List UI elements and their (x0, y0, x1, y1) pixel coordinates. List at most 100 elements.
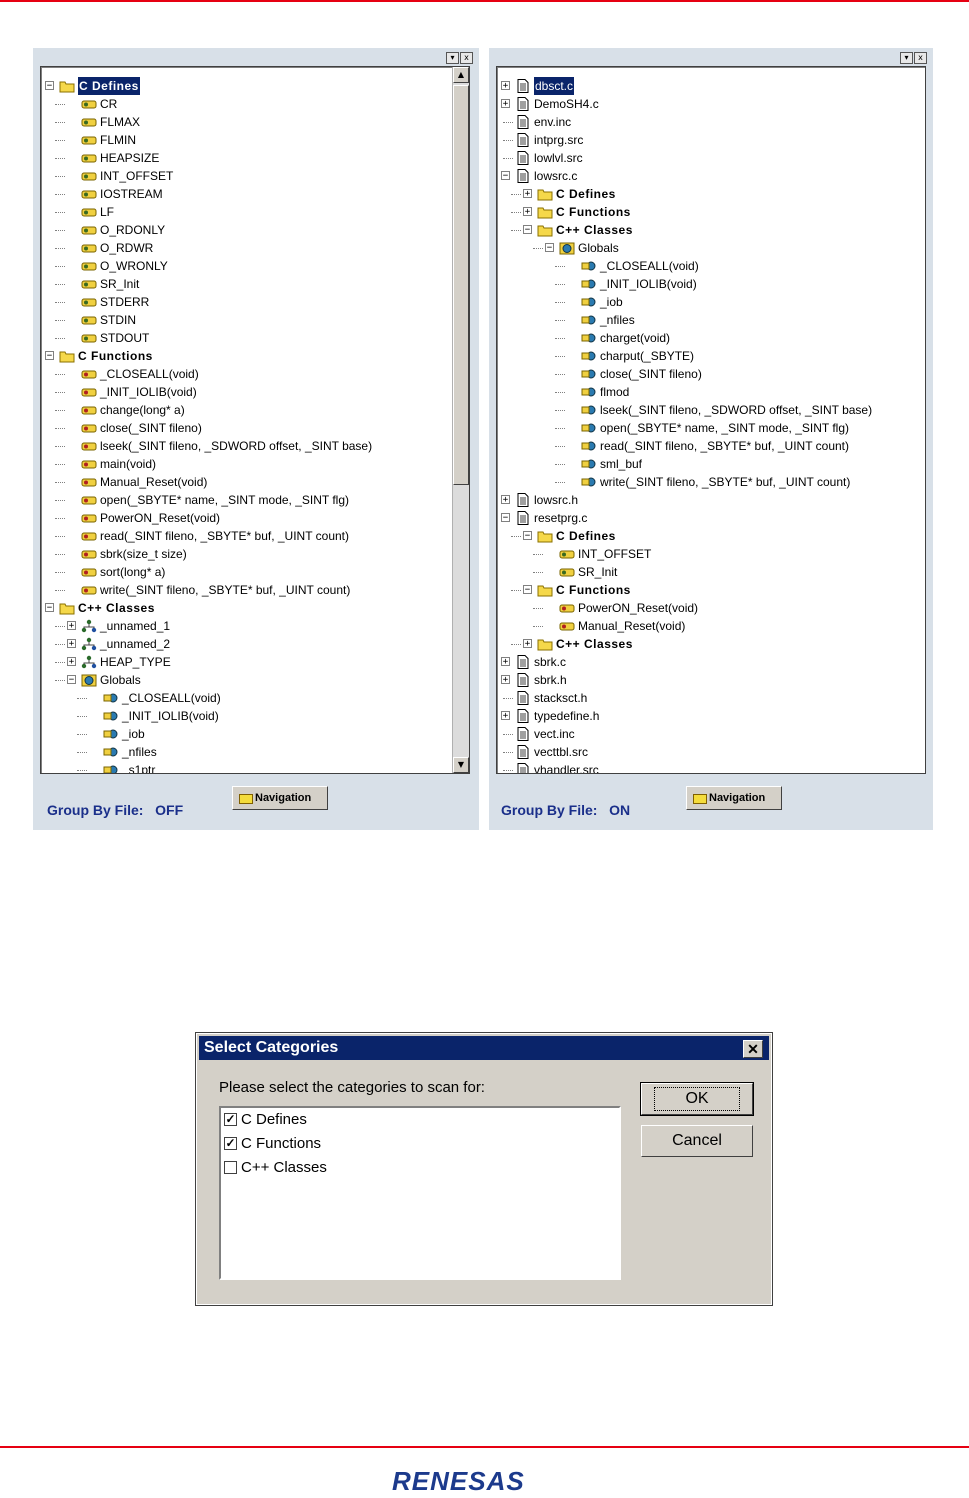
tree-node[interactable]: sbrk(size_t size) (41, 545, 469, 563)
tree-node[interactable]: _nfiles (41, 743, 469, 761)
tree-node[interactable]: write(_SINT fileno, _SBYTE* buf, _UINT c… (497, 473, 925, 491)
tree-node[interactable]: STDOUT (41, 329, 469, 347)
tree-node[interactable]: − lowsrc.c (497, 167, 925, 185)
expand-icon[interactable]: + (523, 639, 532, 649)
scroll-down-arrow[interactable]: ▼ (453, 757, 469, 773)
expand-icon[interactable]: + (67, 639, 76, 649)
tree-node[interactable]: open(_SBYTE* name, _SINT mode, _SINT flg… (41, 491, 469, 509)
tree-node[interactable]: _INIT_IOLIB(void) (497, 275, 925, 293)
tree-node[interactable]: IOSTREAM (41, 185, 469, 203)
collapse-icon[interactable]: − (523, 585, 532, 595)
tree-node[interactable]: − C Defines (497, 527, 925, 545)
tree-node[interactable]: stacksct.h (497, 689, 925, 707)
tree-node[interactable]: SR_Init (41, 275, 469, 293)
tree-node[interactable]: SR_Init (497, 563, 925, 581)
checkbox-cpp-classes[interactable] (224, 1161, 237, 1174)
expand-icon[interactable]: + (67, 657, 76, 667)
tree-node[interactable]: FLMIN (41, 131, 469, 149)
tree-node[interactable]: vecttbl.src (497, 743, 925, 761)
tree-node[interactable]: Manual_Reset(void) (41, 473, 469, 491)
tree-node[interactable]: O_WRONLY (41, 257, 469, 275)
tree-node[interactable]: lseek(_SINT fileno, _SDWORD offset, _SIN… (41, 437, 469, 455)
tree-node[interactable]: HEAPSIZE (41, 149, 469, 167)
tree-node[interactable]: _INIT_IOLIB(void) (41, 383, 469, 401)
category-item-c-functions[interactable]: ✓ C Functions (221, 1132, 619, 1156)
tree-node[interactable]: − C++ Classes (41, 599, 469, 617)
tree-node[interactable]: vect.inc (497, 725, 925, 743)
tree-node[interactable]: O_RDONLY (41, 221, 469, 239)
tree-node[interactable]: INT_OFFSET (41, 167, 469, 185)
navigation-tab-left[interactable]: Navigation (232, 786, 328, 810)
tree-node[interactable]: + lowsrc.h (497, 491, 925, 509)
collapse-icon[interactable]: − (501, 171, 510, 181)
tree-node[interactable]: lseek(_SINT fileno, _SDWORD offset, _SIN… (497, 401, 925, 419)
cancel-button[interactable]: Cancel (641, 1125, 753, 1157)
tree-node[interactable]: sort(long* a) (41, 563, 469, 581)
tree-node[interactable]: read(_SINT fileno, _SBYTE* buf, _UINT co… (41, 527, 469, 545)
tree-node[interactable]: + sbrk.h (497, 671, 925, 689)
dialog-close-button[interactable]: ✕ (743, 1040, 763, 1058)
tree-node[interactable]: _s1ptr (41, 761, 469, 773)
navigation-tab-right[interactable]: Navigation (686, 786, 782, 810)
tree-node[interactable]: INT_OFFSET (497, 545, 925, 563)
ok-button[interactable]: OK (640, 1082, 754, 1116)
tree-node[interactable]: STDERR (41, 293, 469, 311)
tree-node[interactable]: − Globals (497, 239, 925, 257)
expand-icon[interactable]: + (501, 81, 510, 91)
checkbox-c-defines[interactable]: ✓ (224, 1113, 237, 1126)
collapse-icon[interactable]: − (67, 675, 76, 685)
close-icon[interactable]: x (460, 52, 473, 64)
tree-node[interactable]: + typedefine.h (497, 707, 925, 725)
tree-node[interactable]: flmod (497, 383, 925, 401)
expand-icon[interactable]: + (501, 675, 510, 685)
tree-node[interactable]: + _unnamed_1 (41, 617, 469, 635)
tree-node[interactable]: _iob (497, 293, 925, 311)
tree-node[interactable]: − resetprg.c (497, 509, 925, 527)
tree-node[interactable]: charget(void) (497, 329, 925, 347)
tree-node[interactable]: STDIN (41, 311, 469, 329)
tree-node[interactable]: FLMAX (41, 113, 469, 131)
tree-node[interactable]: PowerON_Reset(void) (497, 599, 925, 617)
category-item-c-defines[interactable]: ✓ C Defines (221, 1108, 619, 1132)
tree-node[interactable]: _CLOSEALL(void) (41, 365, 469, 383)
tree-node[interactable]: LF (41, 203, 469, 221)
tree-node[interactable]: main(void) (41, 455, 469, 473)
symbol-tree[interactable]: − C Defines CR FLMAX FLMIN HEAPSIZE INT_OFFSET… (40, 66, 470, 774)
tree-node[interactable]: CR (41, 95, 469, 113)
tree-node[interactable]: + C++ Classes (497, 635, 925, 653)
collapse-icon[interactable]: − (545, 243, 554, 253)
expand-icon[interactable]: + (501, 711, 510, 721)
tree-node[interactable]: PowerON_Reset(void) (41, 509, 469, 527)
collapse-icon[interactable]: − (523, 225, 532, 235)
tree-node[interactable]: write(_SINT fileno, _SBYTE* buf, _UINT c… (41, 581, 469, 599)
checkbox-c-functions[interactable]: ✓ (224, 1137, 237, 1150)
expand-icon[interactable]: + (501, 99, 510, 109)
collapse-icon[interactable]: − (45, 351, 54, 361)
tree-node[interactable]: close(_SINT fileno) (41, 419, 469, 437)
expand-icon[interactable]: + (67, 621, 76, 631)
tree-node[interactable]: Manual_Reset(void) (497, 617, 925, 635)
pin-icon[interactable]: ▾ (446, 52, 459, 64)
tree-node[interactable]: _iob (41, 725, 469, 743)
tree-node[interactable]: _nfiles (497, 311, 925, 329)
tree-node[interactable]: close(_SINT fileno) (497, 365, 925, 383)
tree-node[interactable]: change(long* a) (41, 401, 469, 419)
collapse-icon[interactable]: − (501, 513, 510, 523)
tree-node[interactable]: + DemoSH4.c (497, 95, 925, 113)
tree-node[interactable]: vhandler.src (497, 761, 925, 773)
tree-node[interactable]: − C Functions (41, 347, 469, 365)
tree-node[interactable]: env.inc (497, 113, 925, 131)
tree-node[interactable]: _CLOSEALL(void) (41, 689, 469, 707)
scroll-up-arrow[interactable]: ▲ (453, 67, 469, 83)
collapse-icon[interactable]: − (523, 531, 532, 541)
tree-node[interactable]: + dbsct.c (497, 77, 925, 95)
tree-node[interactable]: − C Functions (497, 581, 925, 599)
tree-node[interactable]: open(_SBYTE* name, _SINT mode, _SINT flg… (497, 419, 925, 437)
tree-node[interactable]: + sbrk.c (497, 653, 925, 671)
expand-icon[interactable]: + (523, 207, 532, 217)
tree-node[interactable]: + C Functions (497, 203, 925, 221)
collapse-icon[interactable]: − (45, 603, 54, 613)
tree-node[interactable]: _CLOSEALL(void) (497, 257, 925, 275)
tree-node[interactable]: O_RDWR (41, 239, 469, 257)
scroll-thumb[interactable] (453, 85, 469, 485)
